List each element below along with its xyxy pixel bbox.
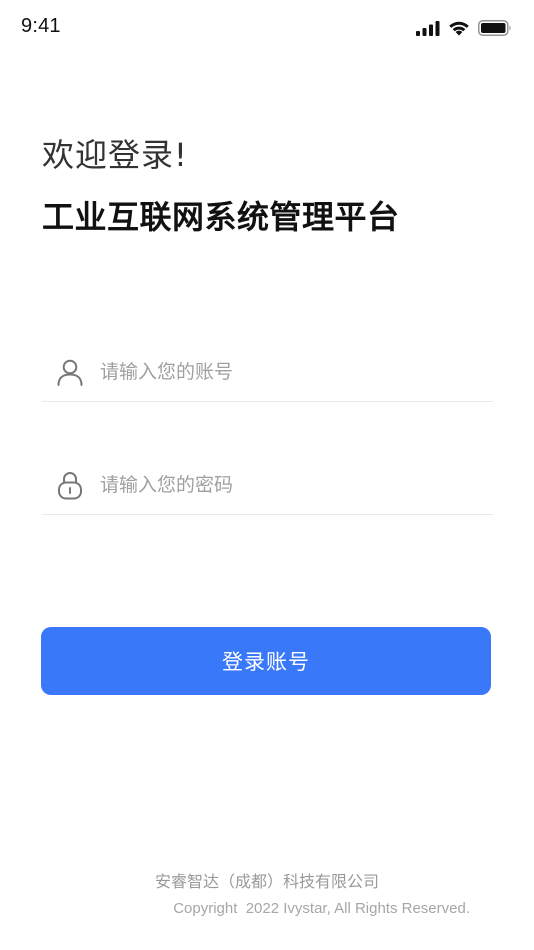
user-icon	[55, 357, 85, 387]
page-title: 工业互联网系统管理平台	[42, 198, 400, 236]
status-icons	[416, 20, 512, 36]
copyright-text: Copyright 2022 Ivystar, All Rights Reser…	[173, 900, 470, 917]
wifi-icon	[448, 20, 470, 36]
password-field	[42, 455, 493, 515]
password-input[interactable]	[100, 466, 460, 503]
account-input[interactable]	[100, 353, 460, 390]
account-field	[42, 342, 493, 402]
login-button[interactable]: 登录账号	[41, 627, 491, 695]
cellular-signal-icon	[416, 20, 440, 36]
battery-icon	[478, 20, 512, 36]
welcome-text: 欢迎登录!	[42, 136, 188, 174]
company-name: 安睿智达（成都）科技有限公司	[154, 872, 379, 891]
lock-icon	[55, 470, 85, 500]
status-bar: 9:41	[0, 0, 534, 52]
status-time: 9:41	[21, 15, 61, 37]
